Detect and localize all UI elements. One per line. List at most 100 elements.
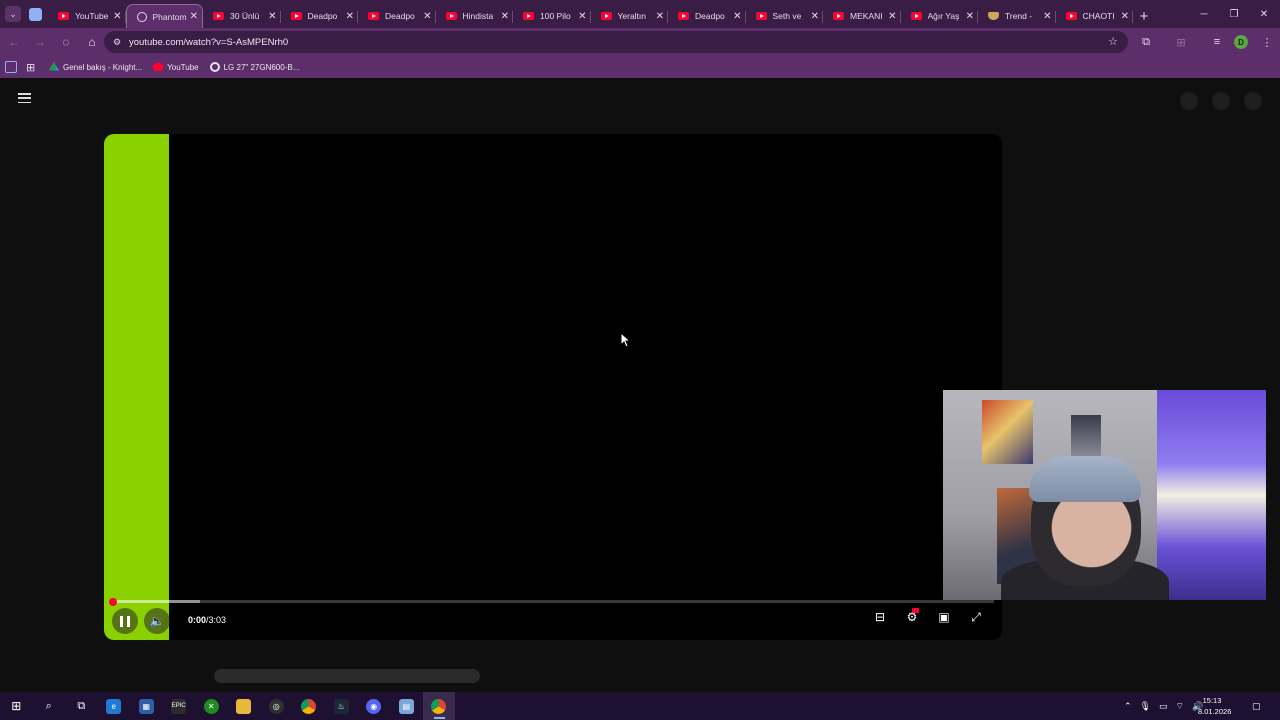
windows-taskbar: ⊞ ⌕ ⧉ e ▦ EPIC ✕ ◎ ♨ ◉ ▤ ⌃ 🎙 ▭ ⌔ 🔊 15:13… [0,692,1280,720]
close-icon[interactable]: ✕ [1043,11,1051,22]
tab-5[interactable]: Deadpo ✕ [358,4,436,28]
extensions-icon[interactable]: ⧉ [1137,33,1155,51]
drive-icon [49,62,59,71]
scrubber-handle[interactable] [109,597,117,606]
site-info-icon[interactable]: ⚙ [111,36,123,48]
hd-badge-icon [912,608,919,613]
time-current: 0:00 [188,615,207,625]
tab-3[interactable]: 30 Ünlü ✕ [203,4,281,28]
tab-7[interactable]: 100 Pilo ✕ [513,4,591,28]
theater-mode-button[interactable]: ▣ [935,608,953,626]
forward-button[interactable]: → [28,30,52,54]
tab-8[interactable]: Yeraltın ✕ [591,4,669,28]
close-icon[interactable]: ✕ [966,11,974,22]
taskbar-chrome-profile[interactable] [422,692,455,720]
create-icon[interactable] [1180,92,1198,110]
notifications-icon[interactable] [1212,92,1230,110]
chevron-up-icon[interactable]: ⌃ [1124,701,1132,712]
kebab-menu-icon[interactable]: ⋮ [1258,33,1276,51]
tab-search-button[interactable]: ⌄ [5,6,21,22]
media-controls-icon[interactable]: ≡ [1208,33,1226,51]
apps-grid-icon[interactable]: ⊞ [26,61,38,74]
tab-9[interactable]: Deadpo ✕ [668,4,746,28]
close-icon[interactable]: ✕ [346,11,354,22]
close-icon[interactable]: ✕ [888,11,896,22]
tab-1[interactable]: YouTube ✕ [48,4,126,28]
bookmark-youtube[interactable]: YouTube [153,63,199,72]
close-icon[interactable]: ✕ [190,11,198,22]
microphone-icon[interactable]: 🎙 [1140,701,1151,712]
bookmark-star-icon[interactable]: ☆ [1108,35,1118,48]
side-panel-icon[interactable] [5,61,17,73]
start-button[interactable]: ⊞ [0,692,33,720]
tab-14[interactable]: CHAOTI ✕ [1056,4,1134,28]
close-icon[interactable]: ✕ [733,11,741,22]
restore-button[interactable]: ❐ [1218,0,1250,28]
taskbar-epic[interactable]: EPIC [163,692,196,720]
tab-label: Deadpo [385,11,415,21]
taskbar-file-explorer[interactable] [228,692,261,720]
tab-4[interactable]: Deadpo ✕ [281,4,359,28]
subtitles-button[interactable]: ⊟ [871,608,889,626]
taskbar-xbox[interactable]: ✕ [195,692,228,720]
bookmark-knight[interactable]: Genel bakış - Knight... [49,62,142,72]
tab-2[interactable]: Phantom ✕ [125,4,203,28]
fullscreen-button[interactable]: ⤢ [967,608,985,626]
tab-label: MEKANI [850,11,883,21]
tab-11[interactable]: MEKANI ✕ [823,4,901,28]
menu-icon[interactable] [18,93,31,103]
taskbar-notepad[interactable]: ▤ [390,692,423,720]
mute-button[interactable]: 🔈 [144,608,170,634]
taskbar-obs[interactable]: ◎ [260,692,293,720]
time-display: 0:00 / 3:03 [188,608,226,632]
progress-bar[interactable] [109,597,994,606]
tab-label: 30 Ünlü [230,11,260,21]
close-icon[interactable]: ✕ [656,11,664,22]
address-bar[interactable]: ⚙ youtube.com/watch?v=S-AsMPENrh0 ☆ [104,31,1128,53]
tab-13[interactable]: Trend - ✕ [978,4,1056,28]
chrome-icon [301,698,317,714]
close-icon[interactable]: ✕ [1121,11,1129,22]
translate-icon[interactable]: ⊞ [1172,33,1190,51]
wifi-icon[interactable]: ⌔ [1176,701,1184,712]
taskbar-store[interactable]: ▦ [130,692,163,720]
close-icon[interactable]: ✕ [578,11,586,22]
notification-center-button[interactable]: ▢ [1252,692,1261,720]
tab-12[interactable]: Ağır Yaş ✕ [901,4,979,28]
pause-button[interactable] [112,608,138,634]
clock-time: 15:13 [1202,696,1222,705]
loading-icon [136,11,147,22]
settings-button[interactable]: ⚙ [903,608,921,626]
close-icon[interactable]: ✕ [268,11,276,22]
profile-avatar[interactable]: D [1234,35,1248,49]
close-icon[interactable]: ✕ [113,11,121,22]
close-window-button[interactable]: ✕ [1248,0,1280,28]
bookmark-lg-monitor[interactable]: LG 27" 27GN600-B... [209,62,299,72]
tab-group-icon[interactable] [29,8,42,21]
url-text[interactable]: youtube.com/watch?v=S-AsMPENrh0 [129,37,288,48]
back-button[interactable]: ← [2,30,26,54]
account-avatar[interactable] [1244,92,1262,110]
taskbar-discord[interactable]: ◉ [358,692,391,720]
taskbar-steam[interactable]: ♨ [325,692,358,720]
taskbar-clock[interactable]: 15:13 8.01.2026 [1198,695,1231,717]
close-icon[interactable]: ✕ [423,11,431,22]
tab-label: Deadpo [307,11,338,21]
close-icon[interactable]: ✕ [501,11,509,22]
home-button[interactable]: ⌂ [80,30,104,54]
taskbar-edge[interactable]: e [98,692,131,720]
task-view-button[interactable]: ⧉ [65,692,98,720]
minimize-button[interactable]: ─ [1188,0,1220,28]
start-icon: ⊞ [11,699,22,713]
close-icon[interactable]: ✕ [811,11,819,22]
display-icon[interactable]: ▭ [1159,701,1168,712]
taskbar-chrome[interactable] [293,692,326,720]
webcam-poster [982,400,1033,464]
new-tab-button[interactable]: + [1133,4,1155,28]
tab-10[interactable]: Seth ve ✕ [746,4,824,28]
taskbar-search[interactable]: ⌕ [33,692,66,720]
stop-button[interactable]: ◌ [54,30,78,54]
notification-icon: ▢ [1252,700,1261,711]
video-player[interactable]: 🔈 0:00 / 3:03 ⊟ ⚙ ▣ ⤢ [104,134,1002,640]
tab-6[interactable]: Hindista ✕ [436,4,514,28]
